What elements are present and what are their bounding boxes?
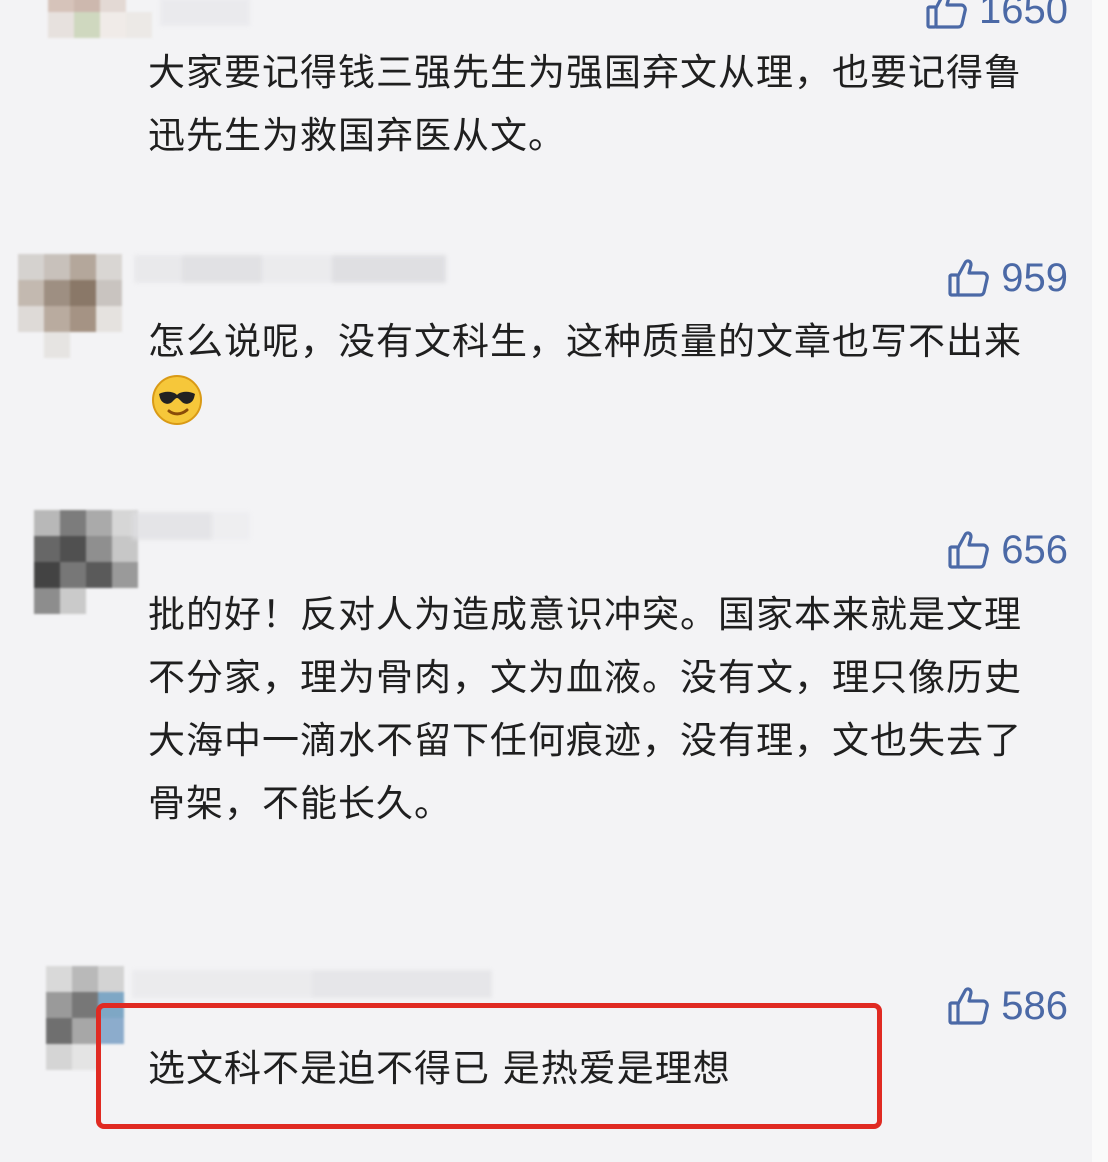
thumbs-up-icon xyxy=(947,256,991,300)
like-count: 1650 xyxy=(979,0,1068,32)
avatar[interactable] xyxy=(18,254,128,364)
like-count: 959 xyxy=(1001,256,1068,300)
comment-item-2: 959 怎么说呢，没有文科生，这种质量的文章也写不出来 xyxy=(0,230,1092,500)
thumbs-up-icon xyxy=(947,528,991,572)
red-highlight-box xyxy=(96,1003,882,1129)
username-redacted[interactable] xyxy=(132,970,492,998)
avatar[interactable] xyxy=(44,0,154,70)
like-button[interactable]: 959 xyxy=(947,256,1068,300)
like-button[interactable]: 586 xyxy=(947,984,1068,1028)
comment-text-body: 怎么说呢，没有文科生，这种质量的文章也写不出来 xyxy=(148,320,1022,363)
cool-face-emoji xyxy=(150,373,204,427)
like-count: 656 xyxy=(1001,528,1068,572)
comment-item-1: 1650 大家要记得钱三强先生为强国弃文从理，也要记得鲁迅先生为救国弃医从文。 xyxy=(0,0,1092,230)
thumbs-up-icon xyxy=(947,984,991,1028)
username-redacted[interactable] xyxy=(132,512,250,540)
comment-feed: 1650 大家要记得钱三强先生为强国弃文从理，也要记得鲁迅先生为救国弃医从文。 xyxy=(0,0,1092,1162)
comment-text: 大家要记得钱三强先生为强国弃文从理，也要记得鲁迅先生为救国弃医从文。 xyxy=(148,51,1022,157)
comment-text: 批的好！反对人为造成意识冲突。国家本来就是文理不分家，理为骨肉，文为血液。没有文… xyxy=(148,593,1022,825)
like-button[interactable]: 656 xyxy=(947,528,1068,572)
like-button[interactable]: 1650 xyxy=(925,0,1068,32)
username-redacted[interactable] xyxy=(134,255,446,283)
username-redacted[interactable] xyxy=(160,0,250,26)
comment-text: 怎么说呢，没有文科生，这种质量的文章也写不出来 xyxy=(148,310,1028,436)
right-edge-divider xyxy=(1092,0,1108,1162)
thumbs-up-icon xyxy=(925,0,969,32)
avatar[interactable] xyxy=(34,510,144,620)
like-count: 586 xyxy=(1001,984,1068,1028)
comment-item-3: 656 批的好！反对人为造成意识冲突。国家本来就是文理不分家，理为骨肉，文为血液… xyxy=(0,500,1092,940)
